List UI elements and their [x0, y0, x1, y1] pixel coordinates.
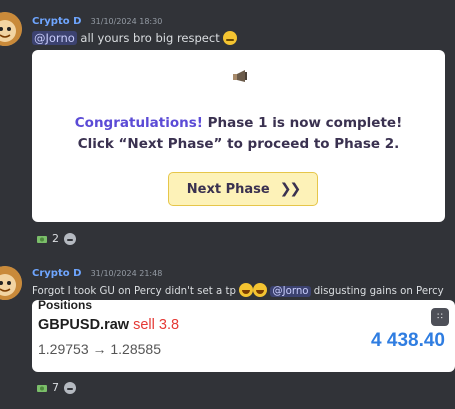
add-reaction-icon[interactable]: [64, 232, 76, 245]
username[interactable]: Crypto D: [32, 268, 81, 279]
position-prices: 1.29753 → 1.28585: [38, 341, 161, 357]
reaction-count: 2: [52, 232, 59, 245]
position-side: sell 3.8: [133, 317, 180, 333]
grid-menu-icon[interactable]: ∷: [431, 308, 449, 326]
user-mention[interactable]: @Jorno: [270, 286, 311, 297]
message-body-end: disgusting gains on Percy: [310, 286, 444, 297]
message-header: Crypto D 31/10/2024 18:30: [32, 16, 162, 27]
reaction-money[interactable]: 7: [36, 381, 59, 394]
phase-complete-embed: Congratulations! Phase 1 is now complete…: [32, 50, 445, 222]
reaction-count: 7: [52, 381, 59, 394]
add-reaction-icon[interactable]: [64, 381, 76, 394]
position-card-image[interactable]: Positions ∷ GBPUSD.raw sell 3.8 1.29753 …: [32, 300, 455, 372]
avatar[interactable]: [0, 12, 22, 46]
message-body: Forgot I took GU on Percy didn't set a t…: [32, 286, 240, 297]
avatar[interactable]: [0, 266, 22, 300]
reaction-money[interactable]: 2: [36, 232, 59, 245]
timestamp: 31/10/2024 21:48: [90, 269, 163, 278]
chevron-right-icon: ❯❯: [279, 181, 302, 197]
rolling-laughing-face-icon: [239, 283, 254, 297]
timestamp: 31/10/2024 18:30: [90, 17, 163, 26]
message-text: Forgot I took GU on Percy didn't set a t…: [32, 283, 444, 297]
positions-title: Positions: [38, 300, 93, 312]
congratulations-accent: Congratulations!: [74, 115, 203, 131]
megaphone-icon: [233, 70, 247, 82]
reaction-row: 2: [36, 232, 76, 245]
message-body: all yours bro big respect: [76, 31, 224, 45]
next-phase-label: Next Phase: [186, 181, 270, 197]
position-symbol: GBPUSD.raw sell 3.8: [38, 317, 179, 333]
message-text: @Jorno all yours bro big respect: [32, 31, 238, 45]
congratulations-message: Congratulations! Phase 1 is now complete…: [32, 113, 445, 155]
username[interactable]: Crypto D: [32, 16, 81, 27]
message-header: Crypto D 31/10/2024 21:48: [32, 268, 162, 279]
position-profit: 4 438.40: [371, 330, 445, 351]
reaction-row: 7: [36, 381, 76, 394]
saluting-face-icon: [223, 31, 238, 45]
user-mention[interactable]: @Jorno: [32, 31, 77, 45]
next-phase-button[interactable]: Next Phase ❯❯: [168, 172, 318, 206]
money-icon: [37, 235, 47, 243]
symbol-name: GBPUSD.raw: [38, 317, 130, 333]
rolling-laughing-face-icon: [253, 283, 268, 297]
money-icon: [37, 384, 47, 392]
